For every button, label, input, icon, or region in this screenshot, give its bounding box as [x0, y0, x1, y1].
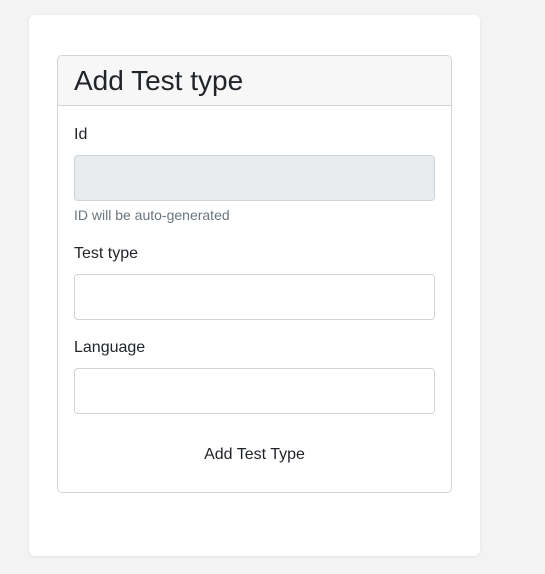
language-label: Language [74, 339, 146, 356]
page-panel: Add Test type Id ID will be auto-generat… [29, 15, 480, 556]
test-type-input[interactable] [74, 274, 435, 320]
id-help-text: ID will be auto-generated [74, 207, 230, 223]
page-title: Add Test type [74, 64, 244, 96]
language-input[interactable] [74, 368, 435, 414]
card-header: Add Test type [58, 56, 451, 106]
id-field[interactable] [74, 155, 435, 201]
test-type-label: Test type [74, 245, 139, 262]
id-label: Id [74, 126, 88, 143]
add-test-type-card: Add Test type Id ID will be auto-generat… [57, 55, 452, 493]
add-test-type-button[interactable]: Add Test Type [58, 440, 451, 470]
